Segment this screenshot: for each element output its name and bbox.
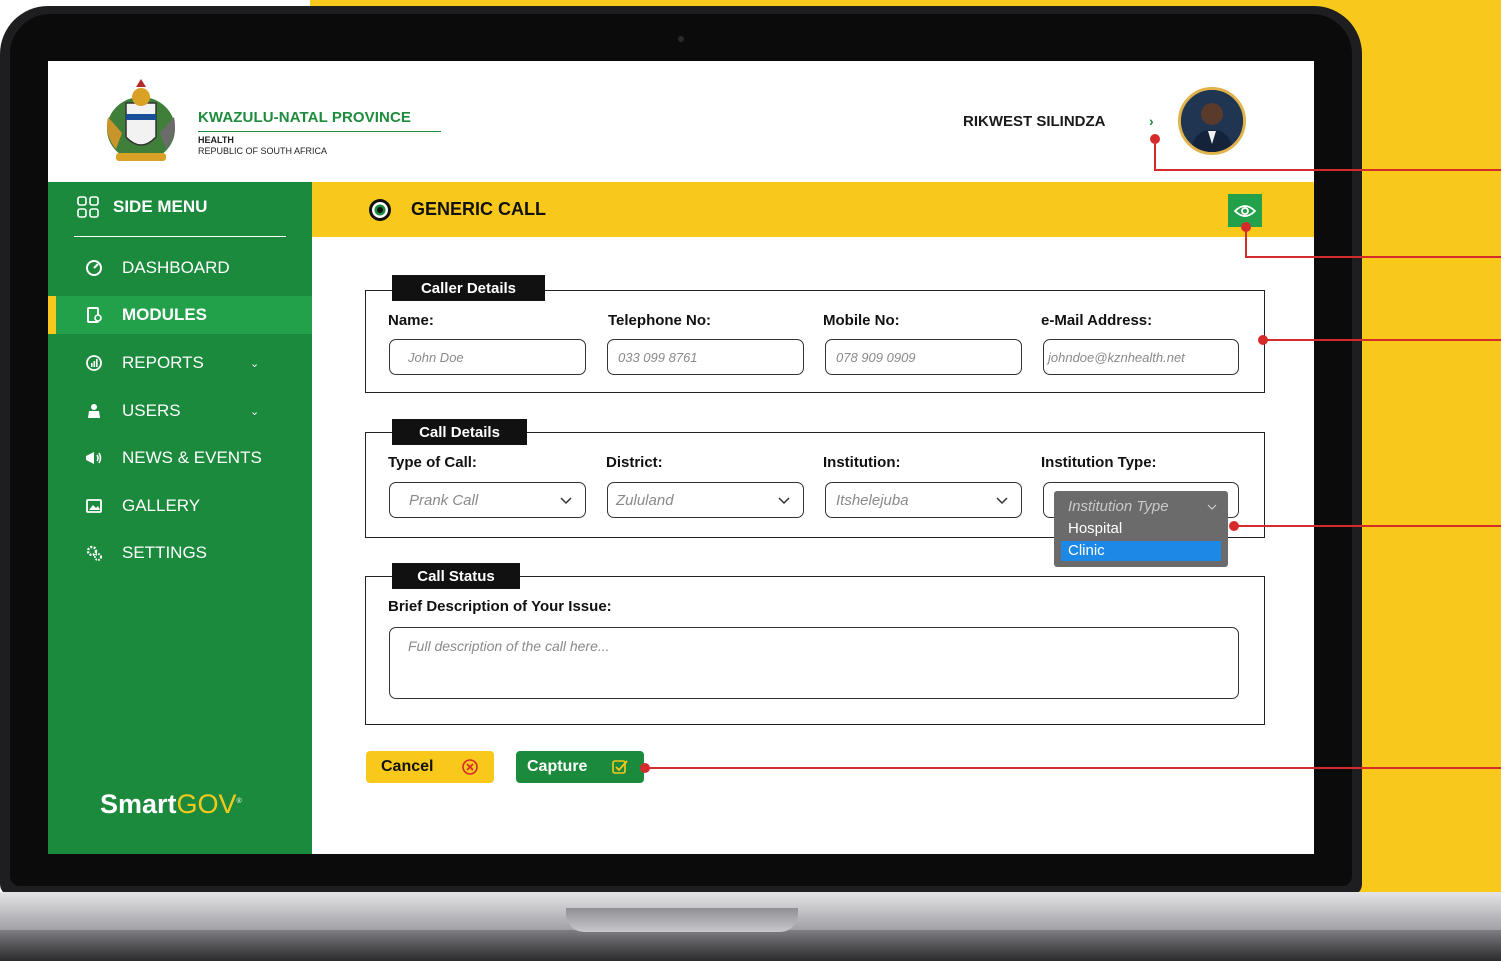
- close-circle-icon: [462, 759, 478, 775]
- laptop-notch: [566, 908, 798, 932]
- chevron-down-icon: [560, 497, 572, 505]
- type-of-call-select[interactable]: Prank Call: [389, 482, 586, 518]
- chevron-down-icon: [778, 497, 790, 505]
- checkbox-check-icon: [612, 760, 628, 774]
- brand-name-light: GOV: [176, 789, 237, 819]
- smartgov-logo: SmartGOV®: [100, 789, 242, 820]
- webcam: [678, 36, 684, 42]
- app-screen: KWAZULU-NATAL PROVINCE HEALTH REPUBLIC O…: [48, 61, 1314, 854]
- name-label: Name:: [388, 312, 434, 329]
- page-title: GENERIC CALL: [411, 199, 546, 219]
- dropdown-option-clinic[interactable]: Clinic: [1061, 541, 1221, 561]
- cancel-label: Cancel: [381, 758, 434, 775]
- gallery-icon: [84, 496, 104, 516]
- radio-target-icon: [369, 199, 391, 221]
- sidebar-item-label: MODULES: [122, 305, 207, 324]
- district-label: District:: [606, 454, 663, 471]
- mobile-label: Mobile No:: [823, 312, 900, 329]
- reports-icon: [84, 353, 104, 373]
- telephone-label: Telephone No:: [608, 312, 712, 329]
- side-menu-header: SIDE MENU: [77, 196, 207, 218]
- brand-name-bold: Smart: [100, 789, 177, 819]
- title-underline: [198, 131, 441, 132]
- sidebar-item-reports[interactable]: REPORTS ⌄: [48, 344, 312, 382]
- coat-of-arms-icon: [107, 79, 175, 161]
- institution-label: Institution:: [823, 454, 901, 471]
- type-of-call-value: Prank Call: [409, 491, 479, 509]
- cancel-button[interactable]: Cancel: [366, 751, 494, 783]
- annotation-line: [1234, 525, 1501, 527]
- chevron-down-icon: [996, 497, 1008, 505]
- department-name: HEALTH: [198, 135, 234, 145]
- annotation-line: [645, 767, 1501, 769]
- province-title: KWAZULU-NATAL PROVINCE: [198, 109, 412, 126]
- avatar[interactable]: [1178, 87, 1246, 155]
- telephone-field[interactable]: 033 099 8761: [607, 339, 804, 375]
- description-textarea[interactable]: Full description of the call here...: [389, 627, 1239, 699]
- district-select[interactable]: Zululand: [607, 482, 804, 518]
- sidebar-item-dashboard[interactable]: DASHBOARD: [48, 249, 312, 287]
- page-title-bar: GENERIC CALL: [312, 182, 1314, 237]
- annotation-line: [1245, 256, 1501, 258]
- name-field[interactable]: John Doe: [389, 339, 586, 375]
- email-field[interactable]: johndoe@kznhealth.net: [1043, 339, 1239, 375]
- side-menu-title: SIDE MENU: [113, 197, 208, 216]
- capture-button[interactable]: Capture: [516, 751, 644, 783]
- caller-details-legend: Caller Details: [392, 275, 545, 301]
- sidebar-item-users[interactable]: USERS ⌄: [48, 392, 312, 430]
- dropdown-option-hospital[interactable]: Hospital: [1061, 519, 1221, 539]
- type-of-call-label: Type of Call:: [388, 454, 477, 471]
- institution-select[interactable]: Itshelejuba: [825, 482, 1022, 518]
- sidebar-item-label: USERS: [122, 401, 181, 420]
- sidebar-item-settings[interactable]: SETTINGS: [48, 534, 312, 572]
- side-menu-divider: [74, 236, 286, 237]
- gauge-icon: [84, 258, 104, 278]
- sidebar-item-label: GALLERY: [122, 496, 201, 515]
- institution-type-dropdown: Institution Type Hospital Clinic: [1054, 491, 1228, 567]
- chevron-down-icon: [1207, 504, 1217, 510]
- laptop-base-edge: [0, 930, 1501, 961]
- mobile-field[interactable]: 078 909 0909: [825, 339, 1022, 375]
- call-status-legend: Call Status: [392, 563, 520, 589]
- capture-label: Capture: [527, 758, 588, 775]
- annotation-line: [1245, 227, 1247, 258]
- institution-value: Itshelejuba: [836, 491, 909, 509]
- users-icon: [84, 401, 104, 421]
- chevron-down-icon[interactable]: ⌄: [250, 405, 259, 418]
- country-name: REPUBLIC OF SOUTH AFRICA: [198, 146, 328, 156]
- dropdown-placeholder: Institution Type: [1061, 497, 1221, 517]
- institution-type-label: Institution Type:: [1041, 454, 1157, 471]
- user-photo-icon: [1181, 90, 1243, 152]
- user-name-link[interactable]: RIKWEST SILINDZA: [963, 113, 1106, 130]
- sidebar-item-gallery[interactable]: GALLERY: [48, 487, 312, 525]
- sidebar-item-modules[interactable]: MODULES: [48, 296, 312, 334]
- annotation-line: [1154, 169, 1501, 171]
- settings-icon: [84, 543, 104, 563]
- registered-mark: ®: [236, 798, 242, 805]
- sidebar-item-label: DASHBOARD: [122, 258, 230, 277]
- sidebar-item-news-events[interactable]: NEWS & EVENTS: [48, 439, 312, 477]
- modules-icon: [84, 305, 104, 325]
- side-menu: SIDE MENU DASHBOARD MODULES REPORTS ⌄ US…: [48, 182, 312, 854]
- call-details-legend: Call Details: [392, 419, 527, 445]
- email-label: e-Mail Address:: [1041, 312, 1153, 329]
- chevron-down-icon[interactable]: ⌄: [250, 357, 259, 370]
- sidebar-item-label: NEWS & EVENTS: [122, 448, 262, 467]
- sidebar-item-label: REPORTS: [122, 353, 204, 372]
- app-header: KWAZULU-NATAL PROVINCE HEALTH REPUBLIC O…: [48, 61, 1314, 182]
- district-value: Zululand: [616, 491, 674, 509]
- description-label: Brief Description of Your Issue:: [388, 598, 612, 615]
- grid-icon: [77, 196, 99, 218]
- user-menu-chevron-icon[interactable]: ›: [1149, 113, 1154, 129]
- eye-icon: [1234, 204, 1256, 217]
- sidebar-item-label: SETTINGS: [122, 543, 208, 562]
- annotation-line: [1154, 139, 1156, 171]
- megaphone-icon: [84, 448, 104, 468]
- annotation-line: [1263, 339, 1501, 341]
